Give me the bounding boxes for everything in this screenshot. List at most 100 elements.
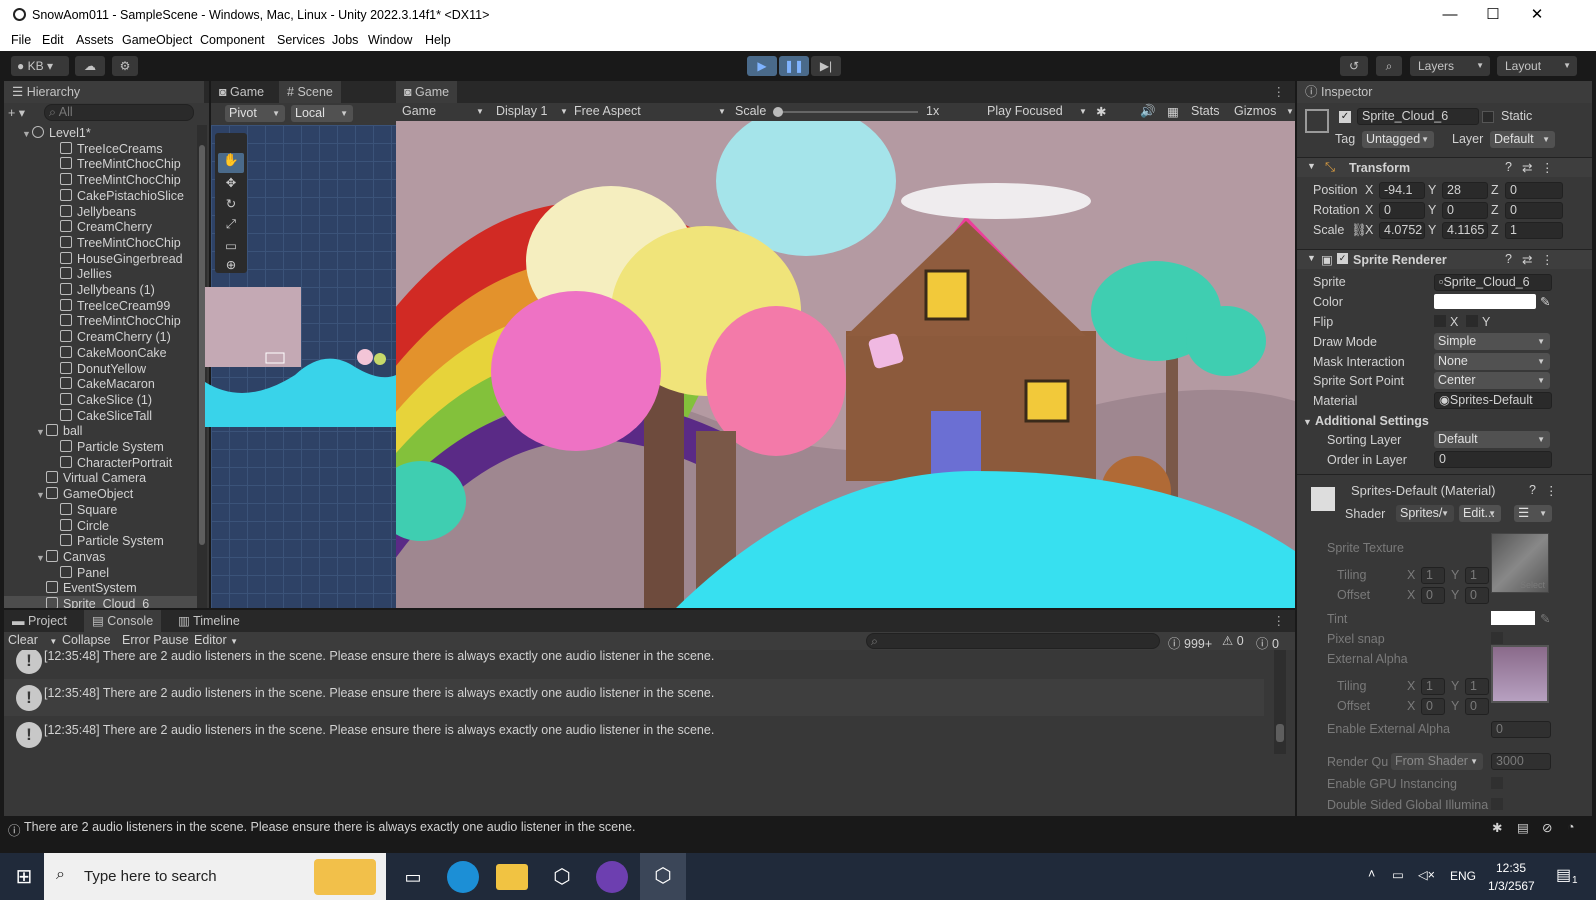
order-in-layer-field[interactable]: 0: [1434, 451, 1552, 468]
error-pause-button[interactable]: Error Pause: [122, 633, 189, 647]
tab-inspector[interactable]: ⓘ Inspector: [1297, 81, 1592, 103]
tab-game[interactable]: ◙ Game: [396, 81, 458, 103]
scale-y-field[interactable]: 4.1165: [1442, 222, 1488, 239]
hierarchy-item[interactable]: Square: [4, 502, 200, 518]
language-indicator[interactable]: ENG: [1450, 869, 1476, 883]
object-name-field[interactable]: Sprite_Cloud_6: [1357, 108, 1479, 125]
log-entry[interactable]: ! [12:35:48] There are 2 audio listeners …: [4, 716, 1264, 753]
hierarchy-item[interactable]: ▼ ball: [4, 423, 200, 439]
game-menu-icon[interactable]: ⋮: [1273, 84, 1286, 99]
help-icon[interactable]: ?: [1529, 483, 1536, 497]
editor-dropdown[interactable]: Editor ▼: [194, 633, 238, 647]
fold-arrow-icon[interactable]: ▼: [36, 424, 46, 440]
position-z-axis-label[interactable]: Z: [1491, 183, 1499, 197]
shader-dropdown[interactable]: Sprites/: [1396, 505, 1454, 522]
hand-tool-icon[interactable]: ✋: [218, 153, 244, 173]
tag-dropdown[interactable]: Untagged: [1362, 131, 1434, 148]
active-checkbox[interactable]: ✓: [1339, 111, 1351, 123]
static-checkbox[interactable]: [1482, 111, 1494, 123]
layer-dropdown[interactable]: Default: [1490, 131, 1555, 148]
hierarchy-item[interactable]: CreamCherry: [4, 219, 200, 235]
position-y-axis-label[interactable]: Y: [1428, 183, 1436, 197]
close-button[interactable]: ✕: [1521, 4, 1553, 26]
windows-start-icon[interactable]: ⊞: [8, 861, 40, 893]
hierarchy-search-input[interactable]: ⌕ All: [44, 104, 194, 121]
bug-icon[interactable]: ✱: [1096, 104, 1106, 119]
menu-window[interactable]: Window: [368, 33, 412, 47]
scale-slider-thumb[interactable]: [773, 107, 783, 117]
tab-timeline[interactable]: ▥ Timeline: [170, 610, 248, 632]
collab-icon[interactable]: ⚙: [112, 56, 138, 76]
move-tool-icon[interactable]: ✥: [218, 175, 244, 195]
eyedropper-icon[interactable]: ✎: [1540, 294, 1550, 309]
log-entry[interactable]: ! [12:35:48] There are 2 audio listeners …: [4, 650, 1264, 679]
sort-point-dropdown[interactable]: Center: [1434, 372, 1550, 389]
color-swatch[interactable]: [1434, 294, 1536, 309]
hierarchy-item[interactable]: Jellies: [4, 266, 200, 282]
menu-component[interactable]: Component: [200, 33, 265, 47]
file-explorer-icon[interactable]: [496, 864, 528, 890]
pivot-dropdown[interactable]: Pivot: [225, 105, 285, 122]
menu-gameobject[interactable]: GameObject: [122, 33, 192, 47]
progress-icon[interactable]: ◔: [1567, 820, 1575, 834]
hierarchy-item[interactable]: TreeMintChocChip: [4, 235, 200, 251]
tab-project[interactable]: ▬ Project: [4, 610, 75, 632]
notification-icon[interactable]: ▤: [1556, 865, 1571, 885]
hierarchy-item[interactable]: CakeMacaron: [4, 376, 200, 392]
hierarchy-item[interactable]: EventSystem: [4, 580, 200, 596]
sorting-layer-dropdown[interactable]: Default: [1434, 431, 1550, 448]
scale-x-axis-label[interactable]: X: [1365, 223, 1373, 237]
unity-editor-taskbar-icon[interactable]: ⬡: [640, 853, 686, 900]
play-button[interactable]: ▶: [747, 56, 777, 76]
menu-jobs[interactable]: Jobs: [332, 33, 358, 47]
position-y-field[interactable]: 28: [1442, 182, 1488, 199]
game-view-dropdown[interactable]: Game ▼: [402, 104, 484, 118]
console-menu-icon[interactable]: ⋮: [1273, 613, 1286, 628]
status-message[interactable]: There are 2 audio listeners in the scene…: [24, 820, 635, 834]
hierarchy-item[interactable]: CakeMoonCake: [4, 345, 200, 361]
history-icon[interactable]: ↺: [1340, 56, 1368, 76]
fold-arrow-icon[interactable]: ▼: [22, 126, 32, 142]
hierarchy-item[interactable]: Jellybeans: [4, 204, 200, 220]
console-scrollbar[interactable]: [1274, 650, 1286, 754]
layers-dropdown[interactable]: Layers ▼: [1410, 56, 1490, 76]
transform-tool-icon[interactable]: ⊕: [218, 257, 244, 273]
play-focused-dropdown[interactable]: Play Focused ▼: [987, 104, 1087, 118]
local-dropdown[interactable]: Local: [291, 105, 353, 122]
hierarchy-item[interactable]: TreeMintChocChip: [4, 313, 200, 329]
display-dropdown[interactable]: Display 1 ▼: [496, 104, 568, 118]
fold-arrow-icon[interactable]: ▼: [36, 487, 46, 503]
preset-icon[interactable]: ⇄: [1522, 160, 1532, 175]
hierarchy-item[interactable]: CharacterPortrait: [4, 455, 200, 471]
hierarchy-item[interactable]: Particle System: [4, 533, 200, 549]
pause-button[interactable]: ❚❚: [779, 56, 809, 76]
sprite-renderer-checkbox[interactable]: ✓: [1337, 253, 1348, 264]
scale-tool-icon[interactable]: ⤢: [218, 217, 244, 237]
flip-x-checkbox[interactable]: [1434, 315, 1446, 327]
tab-hierarchy[interactable]: ☰ Hierarchy: [4, 81, 204, 103]
material-field[interactable]: ◉Sprites-Default: [1434, 392, 1552, 409]
scale-slider[interactable]: [773, 107, 918, 117]
console-search-input[interactable]: ⌕: [866, 633, 1160, 649]
sprite-renderer-header[interactable]: ▼ ▣ ✓ Sprite Renderer ? ⇄ ⋮: [1297, 249, 1592, 269]
component-menu-icon[interactable]: ⋮: [1541, 160, 1554, 175]
hierarchy-item[interactable]: ▼ Canvas: [4, 549, 200, 565]
cache-icon[interactable]: ▤: [1517, 820, 1529, 835]
console-scroll-thumb[interactable]: [1276, 724, 1284, 742]
menu-services[interactable]: Services: [277, 33, 325, 47]
network-tray-icon[interactable]: ▭: [1392, 867, 1404, 882]
menu-edit[interactable]: Edit: [42, 33, 64, 47]
hierarchy-item[interactable]: Sprite_Cloud_6: [4, 596, 200, 608]
github-desktop-icon[interactable]: [596, 861, 628, 893]
component-menu-icon[interactable]: ⋮: [1541, 252, 1554, 267]
menu-help[interactable]: Help: [425, 33, 451, 47]
hierarchy-item[interactable]: CakeSliceTall: [4, 408, 200, 424]
hierarchy-item[interactable]: TreeMintChocChip: [4, 172, 200, 188]
scale-z-field[interactable]: 1: [1505, 222, 1563, 239]
clear-button[interactable]: Clear ▼: [8, 633, 57, 647]
hierarchy-item[interactable]: CakePistachioSlice: [4, 188, 200, 204]
fold-arrow-icon[interactable]: ▼: [36, 550, 46, 566]
clock-date[interactable]: 1/3/2567: [1488, 879, 1535, 893]
log-entry[interactable]: ! [12:35:48] There are 2 audio listeners …: [4, 679, 1264, 716]
position-x-field[interactable]: -94.1: [1379, 182, 1425, 199]
